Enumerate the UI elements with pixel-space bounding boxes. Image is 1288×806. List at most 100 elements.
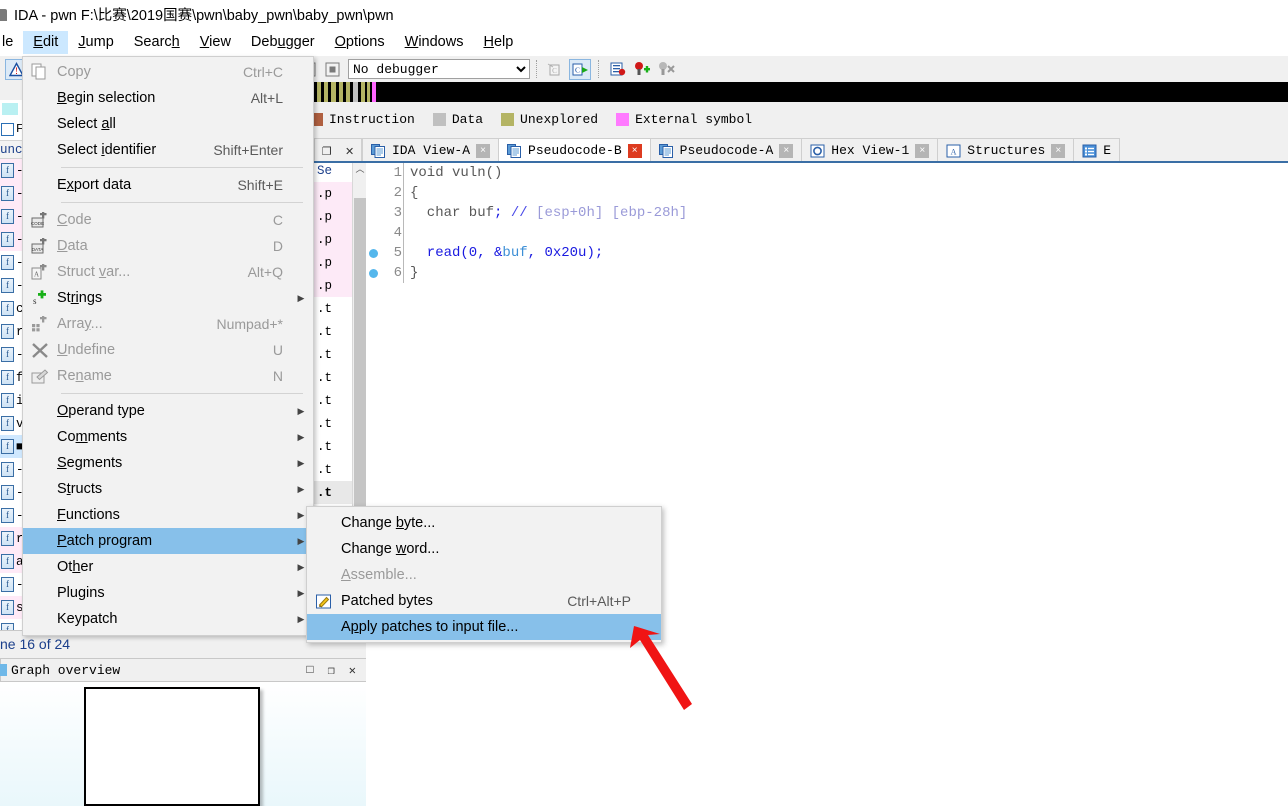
code-line[interactable]: 3 char buf; // [esp+0h] [ebp-28h]: [366, 203, 1288, 223]
edit-menu-item-comments[interactable]: Comments ▶: [23, 424, 313, 450]
edit-menu-item-struct-var[interactable]: A Struct var... Alt+Q: [23, 259, 313, 285]
code-line[interactable]: 1 void vuln(): [366, 163, 1288, 183]
tab-ida-view-a[interactable]: IDA View-A ×: [362, 138, 500, 163]
edit-menu-item-undefine[interactable]: Undefine U: [23, 337, 313, 363]
code-gutter-rule: [403, 243, 404, 263]
patch-menu-item-assemble[interactable]: Assemble...: [307, 562, 661, 588]
tab-close-icon[interactable]: ×: [476, 143, 491, 158]
breakpoint-dot-icon[interactable]: [366, 248, 380, 258]
function-icon: f: [1, 508, 14, 523]
navband-legend: Instruction Data Unexplored External symbol: [310, 108, 764, 130]
edit-menu-item-other[interactable]: Other ▶: [23, 554, 313, 580]
edit-menu-item-operand-type[interactable]: Operand type ▶: [23, 398, 313, 424]
copy-icon: [23, 63, 57, 81]
delete-breakpoint-icon[interactable]: [655, 59, 677, 80]
code-token: void vuln(): [410, 165, 503, 181]
list-breakpoints-icon[interactable]: [607, 59, 629, 80]
stop-icon[interactable]: [321, 59, 343, 80]
code-line[interactable]: 6}: [366, 263, 1288, 283]
add-breakpoint-icon[interactable]: [631, 59, 653, 80]
edit-menu-item-array[interactable]: Array... Numpad+*: [23, 311, 313, 337]
navband-segment: [372, 82, 376, 102]
decompile-icon[interactable]: C: [569, 58, 591, 80]
tab-pseudocode-b[interactable]: Pseudocode-B ×: [498, 138, 651, 163]
tab-hex-view-1[interactable]: Hex View-1 ×: [801, 138, 939, 163]
edit-menu-item-export-data[interactable]: Export data Shift+E: [23, 172, 313, 198]
edit-menu-item-patch-program[interactable]: Patch program ▶: [23, 528, 313, 554]
edit-menu-item-plugins[interactable]: Plugins ▶: [23, 580, 313, 606]
graph-overview-icon: [0, 664, 7, 676]
breakpoint-dot-icon[interactable]: [366, 268, 380, 278]
edit-menu-item-code[interactable]: CODE Code C: [23, 207, 313, 233]
close-icon[interactable]: ✕: [345, 145, 354, 158]
code-line[interactable]: 5 read(0, & buf, 0x20u);: [366, 243, 1288, 263]
svg-text:s: s: [33, 296, 37, 306]
menu-edit[interactable]: Edit: [23, 31, 69, 54]
edit-dropdown-menu[interactable]: Copy Ctrl+C Begin selection Alt+L Select all…: [22, 56, 314, 636]
function-icon: f: [1, 554, 14, 569]
functions-tab-icon: [1, 122, 14, 136]
decompile-disabled-icon[interactable]: C: [545, 59, 567, 80]
graph-overview-body[interactable]: [0, 682, 366, 806]
tab-e[interactable]: E: [1073, 138, 1121, 163]
menu-item-label: Select identifier: [57, 142, 157, 158]
debugger-select[interactable]: No debugger: [348, 59, 530, 79]
graph-overview-node[interactable]: [84, 687, 260, 806]
tab-pseudocode-a[interactable]: Pseudocode-A ×: [649, 138, 803, 163]
edit-menu-item-functions[interactable]: Functions ▶: [23, 502, 313, 528]
menu-windows[interactable]: Windows: [395, 31, 474, 54]
menu-item-accelerator: Shift+E: [237, 177, 283, 193]
code-token: char buf: [410, 205, 495, 221]
menu-options[interactable]: Options: [325, 31, 395, 54]
restore-icon[interactable]: ❐: [322, 145, 332, 158]
code-line[interactable]: 2{: [366, 183, 1288, 203]
tab-window-controls[interactable]: ❐ ✕: [314, 138, 362, 163]
code-gutter-rule: [403, 223, 404, 243]
edit-menu-item-segments[interactable]: Segments ▶: [23, 450, 313, 476]
tab-structures[interactable]: A Structures ×: [937, 138, 1075, 163]
patch-menu-item-patched-bytes[interactable]: Patched bytes Ctrl+Alt+P: [307, 588, 661, 614]
patch-menu-item-change-byte[interactable]: Change byte...: [307, 510, 661, 536]
menu-help[interactable]: Help: [473, 31, 523, 54]
edit-menu-item-structs[interactable]: Structs ▶: [23, 476, 313, 502]
menu-search[interactable]: Search: [124, 31, 190, 54]
edit-menu-item-select-all[interactable]: Select all: [23, 111, 313, 137]
menu-item-accelerator: Ctrl+Alt+P: [567, 593, 631, 609]
edit-menu-item-strings[interactable]: s Strings ▶: [23, 285, 313, 311]
menu-item-label: Assemble...: [341, 567, 417, 583]
tab-label: Hex View-1: [831, 143, 910, 158]
patch-program-submenu[interactable]: Change byte... Change word... Assemble... P…: [306, 506, 662, 643]
menu-item-label: Select all: [57, 116, 116, 132]
tab-close-icon[interactable]: ×: [1051, 143, 1066, 158]
patch-menu-item-change-word[interactable]: Change word...: [307, 536, 661, 562]
patch-menu-item-apply-patches-to-input-file[interactable]: Apply patches to input file...: [307, 614, 661, 640]
menu-file[interactable]: le: [0, 31, 23, 54]
close-icon[interactable]: ✕: [349, 663, 356, 678]
menu-item-accelerator: Alt+L: [250, 90, 283, 106]
edit-menu-item-rename[interactable]: Rename N: [23, 363, 313, 389]
edit-menu-item-data[interactable]: DATA Data D: [23, 233, 313, 259]
line-status-text: ne 16 of 24: [0, 635, 71, 652]
function-icon: f: [1, 393, 14, 408]
restore-icon[interactable]: ❐: [328, 663, 335, 678]
edit-menu-item-begin-selection[interactable]: Begin selection Alt+L: [23, 85, 313, 111]
code-gutter-rule: [403, 163, 404, 183]
menu-view[interactable]: View: [190, 31, 241, 54]
menu-item-label: Change word...: [341, 541, 440, 557]
menu-jump[interactable]: Jump: [68, 31, 123, 54]
tab-close-icon[interactable]: ×: [779, 143, 794, 158]
edit-menu-item-copy[interactable]: Copy Ctrl+C: [23, 59, 313, 85]
tab-close-icon[interactable]: ×: [627, 143, 642, 158]
menu-debugger[interactable]: Debugger: [241, 31, 325, 54]
maximize-icon[interactable]: □: [306, 663, 313, 678]
svg-text:!: !: [15, 66, 18, 76]
code-token: read(0, &: [410, 245, 503, 261]
code-line[interactable]: 4: [366, 223, 1288, 243]
code-token: [esp+0h] [ebp-28h]: [536, 205, 688, 221]
edit-menu-item-select-identifier[interactable]: Select identifier Shift+Enter: [23, 137, 313, 163]
edit-menu-item-keypatch[interactable]: Keypatch ▶: [23, 606, 313, 632]
line-number: 1: [393, 165, 402, 181]
navigation-band[interactable]: [310, 82, 1288, 102]
tab-close-icon[interactable]: ×: [915, 143, 930, 158]
function-icon: f: [1, 600, 14, 615]
